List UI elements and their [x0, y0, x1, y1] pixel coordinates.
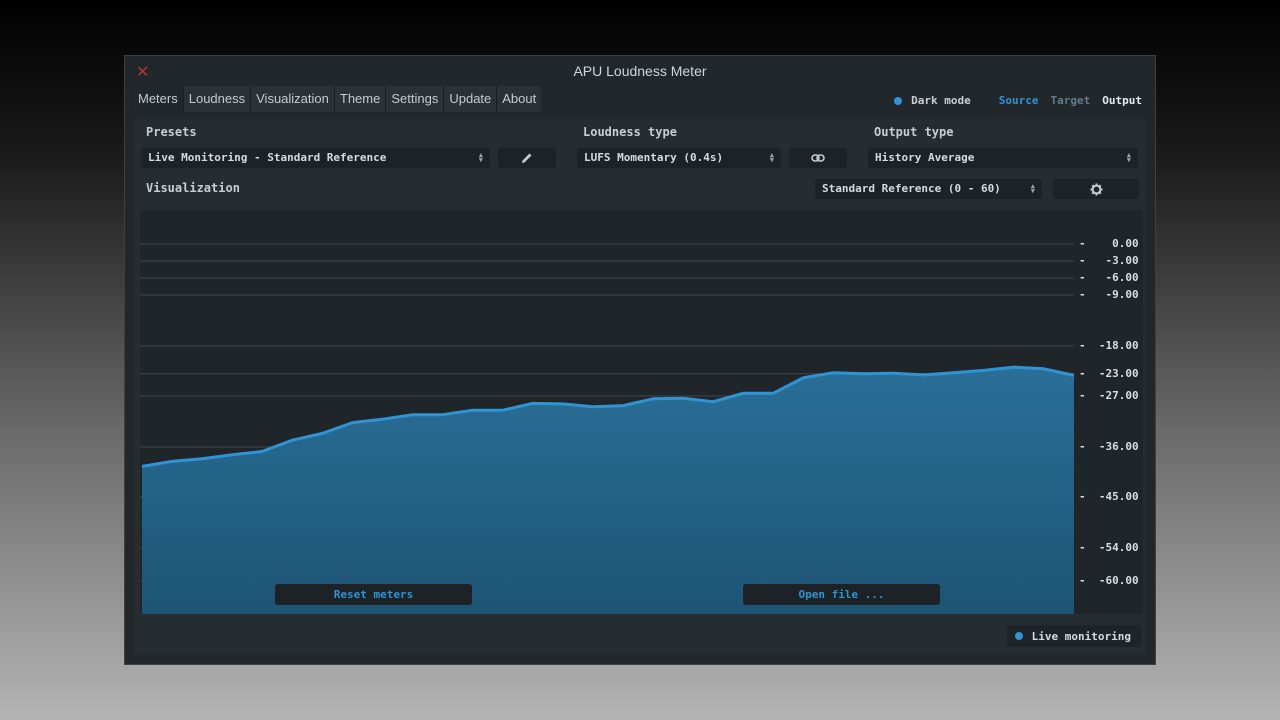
y-tick-label: - -23.00	[1079, 366, 1139, 380]
menu-update[interactable]: Update	[443, 86, 497, 112]
y-tick-label: - -9.00	[1079, 288, 1139, 301]
target-toggle[interactable]: Target	[1051, 94, 1091, 107]
loudness-type-label: Loudness type	[583, 125, 677, 139]
y-tick-label: - -3.00	[1079, 254, 1139, 267]
presets-label: Presets	[146, 125, 197, 139]
loudness-history-chart: - 0.00 - -3.00 - -6.00 - -9.00 - -18.00 - -23…	[140, 210, 1143, 614]
visualization-value: Standard Reference (0 - 60)	[822, 182, 1001, 195]
output-toggle[interactable]: Output	[1102, 94, 1142, 107]
y-tick-label: - -36.00	[1079, 440, 1139, 453]
menu-meters[interactable]: Meters	[132, 86, 183, 112]
y-tick-label: - -18.00	[1079, 339, 1139, 352]
y-tick-label: - -54.00	[1079, 541, 1139, 554]
y-tick-label: - -60.00	[1079, 574, 1139, 587]
chart-svg	[140, 243, 1075, 614]
dark-mode-toggle[interactable]: Dark mode	[894, 94, 971, 107]
pencil-icon	[522, 153, 532, 163]
app-window: ✕ APU Loudness Meter Meters Loudness Vis…	[124, 55, 1156, 665]
output-type-value: History Average	[875, 151, 975, 164]
gear-icon	[1089, 182, 1103, 196]
loudness-type-value: LUFS Momentary (0.4s)	[584, 151, 724, 164]
output-type-select[interactable]: History Average ▲ ▼	[868, 148, 1138, 168]
visualization-select[interactable]: Standard Reference (0 - 60) ▲ ▼	[815, 179, 1042, 199]
y-tick-label: - -45.00	[1079, 490, 1139, 503]
source-toggle[interactable]: Source	[999, 94, 1039, 107]
loudness-type-select[interactable]: LUFS Momentary (0.4s) ▲ ▼	[577, 148, 781, 168]
y-tick-label: - -6.00	[1079, 271, 1139, 284]
live-monitoring-label: Live monitoring	[1031, 629, 1131, 643]
select-arrows-icon: ▲ ▼	[478, 151, 483, 164]
select-arrows-icon: ▲ ▼	[1126, 151, 1131, 164]
live-monitoring-toggle[interactable]: Live monitoring	[1006, 625, 1141, 647]
output-type-label: Output type	[874, 125, 954, 139]
edit-preset-button[interactable]	[498, 148, 556, 168]
dark-mode-label: Dark mode	[911, 94, 971, 107]
y-tick-label: - 0.00	[1079, 237, 1139, 250]
y-tick-label: - -27.00	[1079, 389, 1139, 402]
open-file-button[interactable]: Open file ...	[743, 584, 940, 605]
loudness-area	[142, 367, 1074, 614]
dark-mode-indicator-icon	[894, 96, 903, 105]
reset-meters-button[interactable]: Reset meters	[275, 584, 472, 605]
live-indicator-icon	[1014, 632, 1023, 640]
menu-settings[interactable]: Settings	[385, 86, 444, 112]
presets-value: Live Monitoring - Standard Reference	[148, 151, 387, 164]
presets-select[interactable]: Live Monitoring - Standard Reference ▲ ▼	[141, 148, 490, 168]
select-arrows-icon: ▲ ▼	[1030, 182, 1035, 195]
menu-bar: Meters Loudness Visualization Theme Sett…	[132, 86, 542, 112]
select-arrows-icon: ▲ ▼	[769, 151, 774, 164]
menu-loudness[interactable]: Loudness	[182, 86, 251, 112]
window-title: APU Loudness Meter	[573, 63, 707, 79]
top-right-controls: Dark mode Source Target Output	[894, 94, 1142, 107]
menu-theme[interactable]: Theme	[333, 86, 386, 112]
menu-about[interactable]: About	[496, 86, 542, 112]
link-button[interactable]	[789, 148, 847, 168]
menu-visualization[interactable]: Visualization	[250, 86, 334, 112]
visualization-settings-button[interactable]	[1053, 179, 1139, 199]
visualization-label: Visualization	[146, 181, 240, 195]
link-icon	[811, 154, 825, 162]
